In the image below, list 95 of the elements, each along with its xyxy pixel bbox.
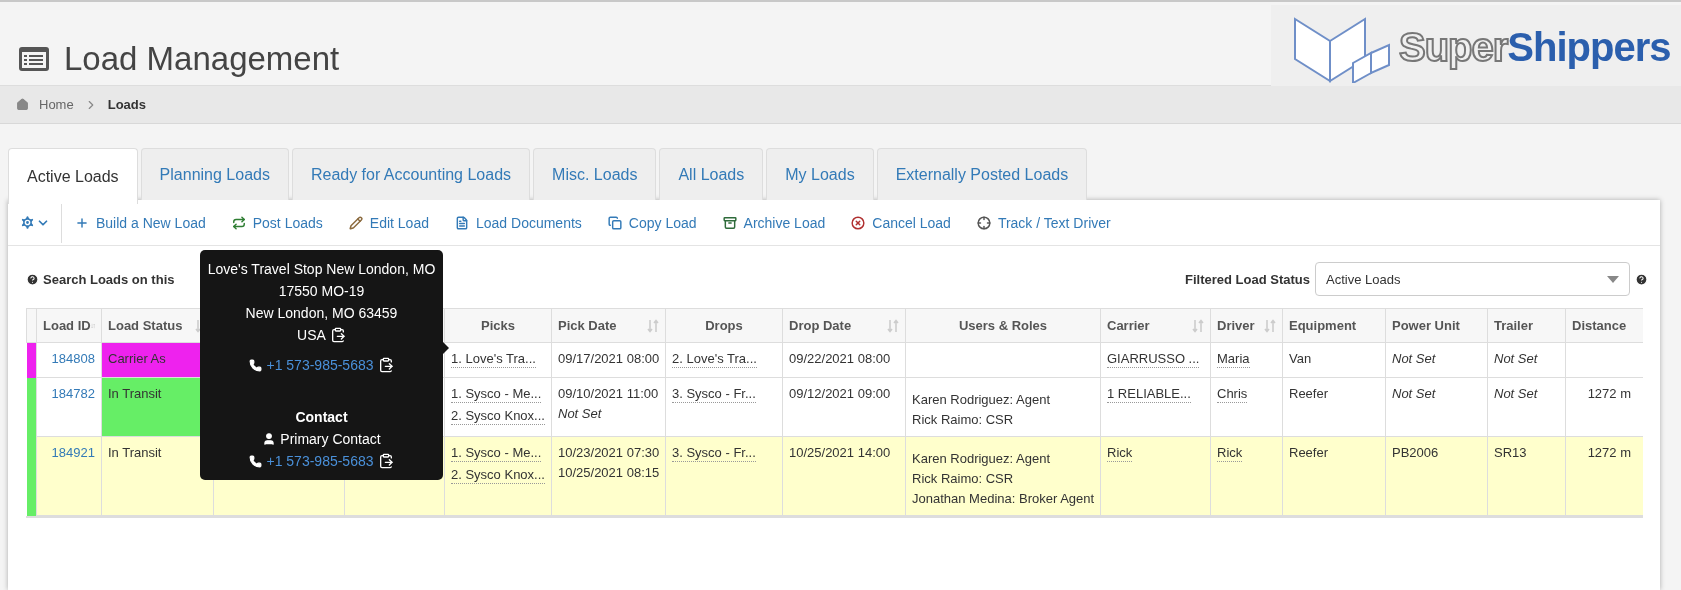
cancel-icon	[851, 215, 866, 230]
toolbar-button[interactable]: Copy Load	[594, 214, 710, 231]
tab[interactable]: Externally Posted Loads	[876, 148, 1088, 200]
pick-date: 09/10/2021 11:00	[558, 385, 659, 403]
toolbar-button[interactable]: Cancel Load	[838, 214, 964, 231]
column-header[interactable]: Equipment	[1282, 308, 1386, 343]
column-header[interactable]: Distance	[1565, 308, 1643, 343]
clipboard-icon[interactable]	[377, 453, 394, 469]
power-unit-text: PB2006	[1392, 444, 1440, 462]
toolbar-button[interactable]: Build a New Load	[62, 214, 219, 231]
column-header[interactable]: Users & Roles	[905, 308, 1101, 343]
column-header[interactable]: Trailer	[1487, 308, 1566, 343]
list-icon	[18, 45, 50, 72]
home-icon	[16, 98, 29, 111]
user-icon	[262, 432, 277, 446]
trailer-text: SR13	[1494, 444, 1528, 462]
pick-location-link[interactable]: 2. Sysco Knox...	[451, 466, 545, 484]
logo-text: SuperShippers	[1399, 24, 1671, 70]
power-unit-text: Not Set	[1392, 350, 1437, 368]
status-filter-select[interactable]: Active Loads	[1315, 262, 1630, 296]
user-role: Karen Rodriguez: Agent	[912, 450, 1052, 468]
carrier-link[interactable]: Rick	[1107, 444, 1133, 462]
distance-text: 1272 m	[1586, 385, 1632, 403]
clipboard-icon[interactable]	[377, 357, 394, 373]
tooltip-text: Primary Contact	[280, 430, 381, 449]
column-header[interactable]: Pick Date	[551, 308, 666, 343]
help-icon[interactable]	[26, 272, 39, 286]
phone-icon	[249, 454, 263, 468]
toolbar-button[interactable]: Archive Load	[709, 214, 839, 231]
pick-location-link[interactable]: 1. Sysco - Me...	[451, 385, 542, 403]
column-header[interactable]: Picks	[444, 308, 552, 343]
user-role: Karen Rodriguez: Agent	[912, 391, 1052, 409]
toolbar-button[interactable]: Track / Text Driver	[963, 214, 1124, 231]
pick-date: 10/25/2021 08:15	[558, 464, 659, 482]
breadcrumb-link[interactable]: Home	[39, 97, 74, 112]
column-header[interactable]: Power Unit	[1385, 308, 1488, 343]
equipment-text: Reefer	[1289, 444, 1330, 462]
tooltip-heading: Contact	[295, 408, 348, 427]
tooltip-text: 17550 MO-19	[278, 282, 365, 301]
tooltip-text: New London, MO 63459	[245, 304, 398, 323]
tab[interactable]: Active Loads	[8, 148, 138, 204]
tooltip-text: USA	[297, 326, 326, 345]
repeat-arrows-icon	[231, 215, 246, 230]
tab[interactable]: All Loads	[659, 148, 764, 200]
user-role: Rick Raimo: CSR	[912, 470, 1015, 488]
tab[interactable]: Planning Loads	[140, 148, 289, 200]
drop-location-link[interactable]: 3. Sysco - Fr...	[672, 444, 756, 462]
user-role: Rick Raimo: CSR	[912, 411, 1015, 429]
copy-icon	[607, 215, 622, 230]
toolbar-button[interactable]: Edit Load	[335, 214, 442, 231]
column-header[interactable]: Load ID	[36, 308, 102, 343]
column-header[interactable]: Drops	[665, 308, 783, 343]
page-title: Load Management	[64, 39, 340, 78]
drop-date: 10/25/2021 14:00	[789, 444, 892, 462]
status-cell: In Transit	[101, 436, 214, 516]
plus-icon	[75, 215, 89, 230]
column-header[interactable]: Drop Date	[782, 308, 906, 343]
crosshair-icon	[976, 215, 991, 230]
tab[interactable]: Misc. Loads	[533, 148, 657, 200]
driver-link[interactable]: Rick	[1217, 444, 1243, 462]
clipboard-icon[interactable]	[329, 327, 346, 343]
search-label: Search Loads on this	[43, 271, 175, 287]
power-unit-text: Not Set	[1392, 385, 1437, 403]
document-icon	[455, 215, 469, 230]
driver-link[interactable]: Chris	[1217, 385, 1248, 403]
column-header[interactable]: Carrier	[1100, 308, 1211, 343]
filter-label: Filtered Load Status	[1185, 271, 1310, 287]
breadcrumb-link[interactable]: Loads	[107, 97, 146, 112]
pick-location-link[interactable]: 1. Sysco - Me...	[451, 444, 542, 462]
drop-date: 09/22/2021 08:00	[789, 350, 892, 368]
pick-location-link[interactable]: 2. Sysco Knox...	[451, 407, 545, 425]
tooltip-text: Love's Travel Stop New London, MO	[207, 260, 436, 279]
pick-date: 10/23/2021 07:30	[558, 444, 659, 462]
trailer-text: Not Set	[1494, 350, 1539, 368]
equipment-text: Van	[1289, 350, 1313, 368]
toolbar-button[interactable]: Post Loads	[218, 214, 336, 231]
phone-icon	[249, 358, 263, 372]
gear-icon	[19, 214, 36, 231]
column-header[interactable]: Driver	[1210, 308, 1283, 343]
phone-link[interactable]: +1 573-985-5683	[266, 354, 374, 376]
equipment-text: Reefer	[1289, 385, 1330, 403]
tab[interactable]: Ready for Accounting Loads	[291, 148, 531, 200]
user-role: Jonathan Medina: Broker Agent	[912, 490, 1094, 508]
phone-link[interactable]: +1 573-985-5683	[266, 450, 374, 472]
distance-text: 1272 m	[1586, 444, 1632, 462]
help-icon[interactable]	[1635, 272, 1648, 286]
pick-date: Not Set	[558, 405, 603, 423]
tab[interactable]: My Loads	[766, 148, 874, 200]
pick-date: 09/17/2021 08:00	[558, 350, 659, 368]
drop-date: 09/12/2021 09:00	[789, 385, 892, 403]
toolbar-button[interactable]: Load Documents	[442, 214, 595, 231]
pencil-icon	[348, 215, 363, 230]
load-id-link[interactable]: 184921	[43, 443, 95, 463]
archive-box-icon	[722, 215, 737, 230]
trailer-text: Not Set	[1494, 385, 1539, 403]
